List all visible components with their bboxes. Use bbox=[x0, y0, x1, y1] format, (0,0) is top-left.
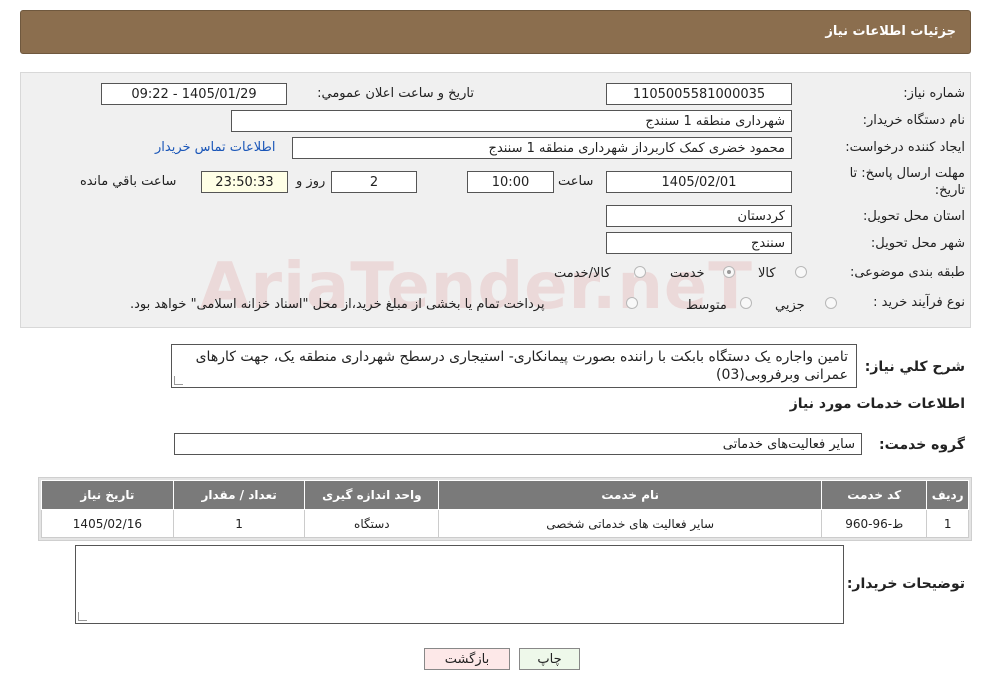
cell-unit: دستگاه bbox=[304, 509, 440, 538]
print-button[interactable]: چاپ bbox=[519, 648, 580, 670]
buyer-notes-text bbox=[76, 546, 843, 549]
category-option-goods-service: کالا/خدمت bbox=[554, 266, 611, 281]
resize-handle-icon[interactable] bbox=[78, 612, 87, 621]
summary-text: تامین واجاره یک دستگاه بابکت با راننده ب… bbox=[195, 349, 848, 383]
col-need-date: تاريخ نياز bbox=[41, 480, 174, 510]
cell-row-number: 1 bbox=[926, 509, 969, 538]
deadline-time-label: ساعت bbox=[558, 174, 594, 189]
need-number-label: شماره نیاز: bbox=[903, 86, 965, 101]
page-header: جزئیات اطلاعات نیاز bbox=[20, 10, 971, 54]
col-unit: واحد اندازه گيری bbox=[304, 480, 440, 510]
process-label: نوع فرآيند خريد : bbox=[873, 295, 965, 310]
category-label: طبقه بندی موضوعی: bbox=[849, 265, 965, 280]
col-service-code: كد خدمت bbox=[821, 480, 928, 510]
category-radio-goods-service[interactable] bbox=[634, 266, 646, 278]
col-row-number: رديف bbox=[926, 480, 969, 510]
process-radio-minor[interactable] bbox=[825, 297, 837, 309]
process-option-medium: متوسط bbox=[686, 298, 727, 313]
process-radio-medium[interactable] bbox=[740, 297, 752, 309]
category-radio-service[interactable] bbox=[723, 266, 735, 278]
deadline-label: مهلت ارسال پاسخ: تا bbox=[849, 166, 965, 181]
province-label: استان محل تحويل: bbox=[863, 209, 965, 224]
days-label: روز و bbox=[296, 174, 326, 189]
category-option-service: خدمت bbox=[670, 266, 705, 281]
services-table-wrap: رديف كد خدمت نام خدمت واحد اندازه گيری ت… bbox=[38, 477, 972, 541]
city-field: سنندج bbox=[606, 232, 792, 254]
col-service-name: نام خدمت bbox=[438, 480, 823, 510]
page-title: جزئیات اطلاعات نیاز bbox=[825, 24, 956, 39]
cell-quantity: 1 bbox=[172, 509, 306, 538]
cell-service-name: ساير فعاليت های خدماتی شخصی bbox=[438, 509, 823, 538]
buyer-org-field: شهرداری منطقه 1 سنندج bbox=[231, 110, 792, 132]
creator-field: محمود خضری کمک کاربرداز شهرداری منطقه 1 … bbox=[292, 137, 792, 159]
city-label: شهر محل تحويل: bbox=[870, 236, 965, 251]
buyer-org-label: نام دستگاه خريدار: bbox=[862, 113, 965, 128]
service-group-label: گروه خدمت: bbox=[879, 437, 965, 453]
deadline-time-field: 10:00 bbox=[467, 171, 554, 193]
treasury-checkbox[interactable] bbox=[626, 297, 638, 309]
buyer-notes-label: توضيحات خريدار: bbox=[846, 576, 965, 592]
summary-label: شرح كلي نياز: bbox=[864, 359, 965, 375]
contact-buyer-link[interactable]: اطلاعات تماس خريدار bbox=[155, 140, 275, 155]
services-table: رديف كد خدمت نام خدمت واحد اندازه گيری ت… bbox=[41, 480, 969, 538]
buyer-notes-textarea bbox=[75, 545, 844, 624]
announce-label: تاریخ و ساعت اعلان عمومي: bbox=[317, 86, 474, 101]
announce-datetime-field: 1405/01/29 - 09:22 bbox=[101, 83, 287, 105]
province-field: کردستان bbox=[606, 205, 792, 227]
back-button[interactable]: بازگشت bbox=[424, 648, 510, 670]
service-group-field: ساير فعاليت‌های خدماتی bbox=[174, 433, 862, 455]
days-field: 2 bbox=[331, 171, 417, 193]
creator-label: ايجاد كننده درخواست: bbox=[845, 140, 965, 155]
deadline-date-field: 1405/02/01 bbox=[606, 171, 792, 193]
category-option-goods: کالا bbox=[758, 266, 776, 281]
resize-handle-icon[interactable] bbox=[174, 376, 183, 385]
table-row: 1 ط-96-960 ساير فعاليت های خدماتی شخصی د… bbox=[41, 509, 969, 538]
deadline-label-date: تاريخ: bbox=[934, 183, 965, 198]
category-radio-goods[interactable] bbox=[795, 266, 807, 278]
cell-need-date: 1405/02/16 bbox=[41, 509, 174, 538]
remaining-label: ساعت باقي مانده bbox=[80, 174, 177, 189]
process-option-minor: جزيي bbox=[775, 298, 805, 313]
treasury-note: پرداخت تمام يا بخشی از مبلغ خريد،از محل … bbox=[130, 297, 545, 312]
summary-textarea: تامین واجاره یک دستگاه بابکت با راننده ب… bbox=[171, 344, 857, 388]
services-section-title: اطلاعات خدمات مورد نياز bbox=[789, 396, 965, 412]
cell-service-code: ط-96-960 bbox=[821, 509, 928, 538]
col-quantity: تعداد / مقدار bbox=[172, 480, 306, 510]
remaining-time-field: 23:50:33 bbox=[201, 171, 288, 193]
need-number-field: 1105005581000035 bbox=[606, 83, 792, 105]
